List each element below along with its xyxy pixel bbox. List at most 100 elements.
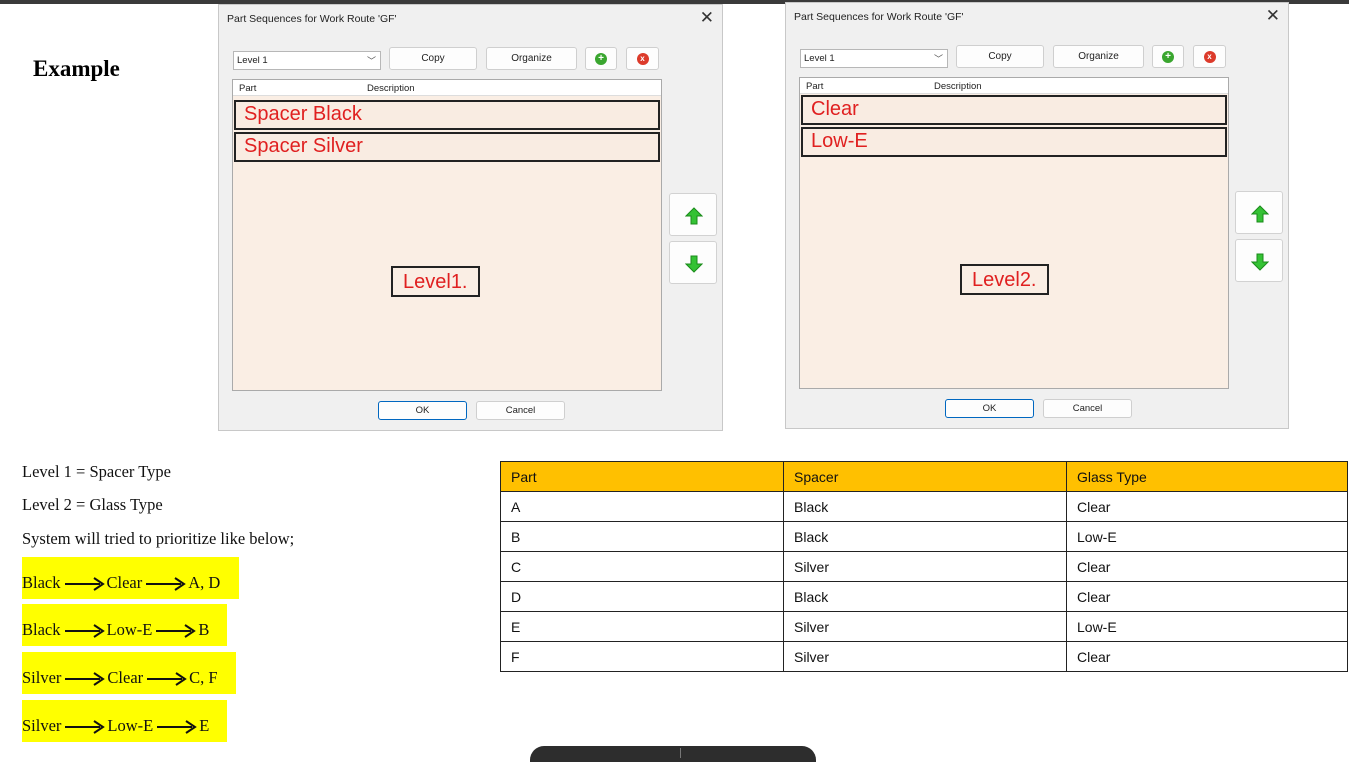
note-level1: Level 1 = Spacer Type bbox=[22, 462, 171, 481]
delete-button[interactable]: x bbox=[1193, 45, 1226, 68]
cell-part: C bbox=[500, 551, 784, 582]
page-heading: Example bbox=[33, 56, 120, 81]
level-select-value: Level 1 bbox=[804, 53, 835, 64]
priority-line: Black Low-E B bbox=[22, 604, 227, 646]
organize-button[interactable]: Organize bbox=[1053, 45, 1144, 68]
arrow-right-icon bbox=[65, 720, 106, 734]
arrow-right-icon bbox=[64, 577, 105, 591]
arrow-right-icon bbox=[157, 720, 198, 734]
part-sequences-dialog-level2: Part Sequences for Work Route 'GF' ✕ Lev… bbox=[785, 2, 1289, 429]
column-header-part[interactable]: Part bbox=[239, 83, 256, 94]
close-icon[interactable]: ✕ bbox=[700, 8, 714, 28]
cancel-button[interactable]: Cancel bbox=[1043, 399, 1132, 418]
header-part: Part bbox=[500, 461, 784, 492]
cell-part: E bbox=[500, 611, 784, 642]
arrow-right-icon bbox=[65, 672, 106, 686]
cell-glass: Low-E bbox=[1066, 611, 1348, 642]
list-item[interactable]: Clear bbox=[801, 95, 1227, 125]
table-row: E Silver Low-E bbox=[500, 611, 1348, 642]
cell-glass: Clear bbox=[1066, 581, 1348, 612]
cell-spacer: Silver bbox=[783, 641, 1067, 672]
priority-glass: Clear bbox=[106, 573, 143, 592]
move-up-button[interactable] bbox=[669, 193, 717, 236]
level-annotation: Level1. bbox=[391, 266, 480, 297]
list-item[interactable]: Spacer Black bbox=[234, 100, 660, 130]
list-header: Part Description bbox=[800, 78, 1228, 94]
priority-parts: E bbox=[199, 716, 210, 735]
arrow-down-icon bbox=[1251, 253, 1269, 271]
cell-part: F bbox=[500, 641, 784, 672]
priority-line: Silver Clear C, F bbox=[22, 652, 236, 694]
move-up-button[interactable] bbox=[1235, 191, 1283, 234]
table-row: B Black Low-E bbox=[500, 521, 1348, 552]
arrow-right-icon bbox=[64, 624, 105, 638]
priority-spacer: Silver bbox=[22, 668, 62, 687]
parts-table: Part Spacer Glass Type A Black Clear B B… bbox=[500, 461, 1348, 672]
cell-glass: Clear bbox=[1066, 551, 1348, 582]
priority-glass: Low-E bbox=[107, 716, 154, 735]
note-system: System will tried to prioritize like bel… bbox=[22, 529, 295, 548]
close-icon[interactable]: ✕ bbox=[1266, 6, 1280, 26]
note-level2: Level 2 = Glass Type bbox=[22, 495, 163, 514]
column-header-description[interactable]: Description bbox=[367, 83, 415, 94]
cell-spacer: Silver bbox=[783, 611, 1067, 642]
chevron-down-icon: ﹀ bbox=[366, 56, 376, 66]
bottom-toolbar[interactable] bbox=[530, 746, 816, 762]
copy-button[interactable]: Copy bbox=[389, 47, 477, 70]
add-button[interactable]: + bbox=[585, 47, 617, 70]
cell-spacer: Black bbox=[783, 491, 1067, 522]
cell-spacer: Black bbox=[783, 581, 1067, 612]
header-glass-type: Glass Type bbox=[1066, 461, 1348, 492]
add-icon: + bbox=[595, 53, 607, 65]
arrow-up-icon bbox=[685, 207, 703, 225]
chevron-down-icon: ﹀ bbox=[933, 54, 943, 64]
part-sequences-dialog-level1: Part Sequences for Work Route 'GF' ✕ Lev… bbox=[218, 4, 723, 431]
cell-part: D bbox=[500, 581, 784, 612]
column-header-part[interactable]: Part bbox=[806, 81, 823, 92]
delete-button[interactable]: x bbox=[626, 47, 659, 70]
priority-spacer: Silver bbox=[22, 716, 62, 735]
cell-glass: Clear bbox=[1066, 491, 1348, 522]
add-icon: + bbox=[1162, 51, 1174, 63]
level-select[interactable]: Level 1 ﹀ bbox=[800, 49, 948, 68]
table-row: F Silver Clear bbox=[500, 641, 1348, 672]
level-select-value: Level 1 bbox=[237, 55, 268, 66]
move-down-button[interactable] bbox=[669, 241, 717, 284]
move-down-button[interactable] bbox=[1235, 239, 1283, 282]
priority-parts: C, F bbox=[189, 668, 218, 687]
sequence-list: Part Description Spacer Black Spacer Sil… bbox=[232, 79, 662, 391]
ok-button[interactable]: OK bbox=[378, 401, 467, 420]
header-spacer: Spacer bbox=[783, 461, 1067, 492]
arrow-right-icon bbox=[146, 577, 187, 591]
table-row: C Silver Clear bbox=[500, 551, 1348, 582]
cell-glass: Low-E bbox=[1066, 521, 1348, 552]
cell-glass: Clear bbox=[1066, 641, 1348, 672]
level-annotation: Level2. bbox=[960, 264, 1049, 295]
list-header: Part Description bbox=[233, 80, 661, 96]
list-item[interactable]: Low-E bbox=[801, 127, 1227, 157]
priority-spacer: Black bbox=[22, 573, 61, 592]
priority-line: Black Clear A, D bbox=[22, 557, 239, 599]
arrow-right-icon bbox=[156, 624, 197, 638]
arrow-right-icon bbox=[147, 672, 187, 686]
add-button[interactable]: + bbox=[1152, 45, 1184, 68]
table-row: A Black Clear bbox=[500, 491, 1348, 522]
organize-button[interactable]: Organize bbox=[486, 47, 577, 70]
priority-glass: Clear bbox=[107, 668, 144, 687]
sequence-list: Part Description Clear Low-E Level2. bbox=[799, 77, 1229, 389]
column-header-description[interactable]: Description bbox=[934, 81, 982, 92]
ok-button[interactable]: OK bbox=[945, 399, 1034, 418]
cell-spacer: Silver bbox=[783, 551, 1067, 582]
cell-part: B bbox=[500, 521, 784, 552]
copy-button[interactable]: Copy bbox=[956, 45, 1044, 68]
delete-icon: x bbox=[636, 53, 649, 65]
priority-line: Silver Low-E E bbox=[22, 700, 227, 742]
cancel-button[interactable]: Cancel bbox=[476, 401, 565, 420]
dialog-title: Part Sequences for Work Route 'GF' bbox=[794, 11, 964, 23]
table-header-row: Part Spacer Glass Type bbox=[500, 461, 1348, 492]
level-select[interactable]: Level 1 ﹀ bbox=[233, 51, 381, 70]
delete-icon: x bbox=[1203, 51, 1216, 63]
priority-glass: Low-E bbox=[106, 620, 153, 639]
priority-spacer: Black bbox=[22, 620, 61, 639]
list-item[interactable]: Spacer Silver bbox=[234, 132, 660, 162]
